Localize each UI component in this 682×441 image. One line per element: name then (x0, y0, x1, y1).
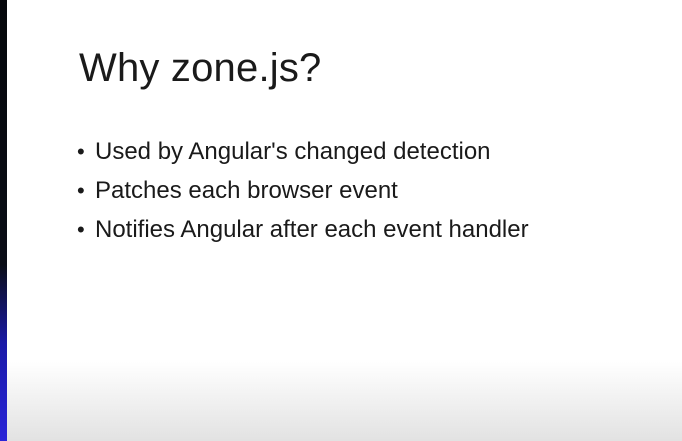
bullet-item: • Notifies Angular after each event hand… (77, 210, 529, 249)
slide-canvas: Why zone.js? • Used by Angular's changed… (7, 0, 682, 441)
bullet-list: • Used by Angular's changed detection • … (77, 132, 529, 249)
bullet-item: • Patches each browser event (77, 171, 529, 210)
bullet-icon: • (77, 138, 85, 164)
presentation-window: Why zone.js? • Used by Angular's changed… (0, 0, 682, 441)
bullet-text: Used by Angular's changed detection (95, 137, 491, 165)
bullet-icon: • (77, 177, 85, 203)
bullet-icon: • (77, 216, 85, 242)
bullet-text: Patches each browser event (95, 176, 398, 204)
bullet-text: Notifies Angular after each event handle… (95, 215, 529, 243)
slide-title: Why zone.js? (79, 46, 322, 90)
left-window-edge (0, 0, 7, 441)
bullet-item: • Used by Angular's changed detection (77, 132, 529, 171)
